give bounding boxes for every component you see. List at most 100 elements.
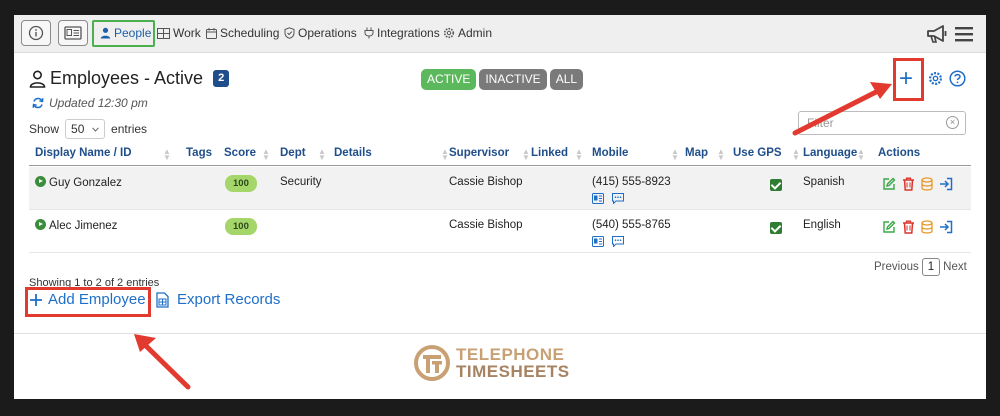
id-card-icon[interactable] [592,236,604,247]
filter-inactive-button[interactable]: INACTIVE [479,69,547,90]
page-size-select[interactable]: 50 [65,119,106,139]
message-icon[interactable] [612,236,624,247]
pagination: Previous 1 Next [874,258,967,276]
status-play-icon [35,176,46,187]
login-arrow-icon[interactable] [939,177,953,191]
settings-gear-icon[interactable] [928,70,943,87]
add-employee-label: Add Employee [48,291,146,308]
nav-label-admin: Admin [458,26,493,40]
info-icon [28,25,44,41]
filter-active-button[interactable]: ACTIVE [421,69,477,90]
show-label: Show [29,122,60,136]
use-gps-checkbox[interactable] [770,179,782,191]
person-outline-icon [29,69,46,88]
updated-text: Updated 12:30 pm [49,96,148,110]
dept-cell: Security [280,176,322,188]
sort-arrows-icon[interactable]: ▲ ▼ [262,148,270,162]
col-map[interactable]: Map [685,147,708,159]
megaphone-icon[interactable] [925,23,949,45]
col-linked[interactable]: Linked [531,147,568,159]
use-gps-checkbox[interactable] [770,222,782,234]
filter-input[interactable]: Filter × [798,111,966,135]
export-records-label: Export Records [177,291,281,308]
export-records-link[interactable]: Export Records [156,291,280,308]
app-window: People Work Scheduling Operations Integr… [14,15,986,399]
employee-name-cell[interactable]: Alec Jimenez [35,219,117,232]
edit-icon[interactable] [882,177,896,191]
col-language[interactable]: Language [803,147,857,159]
nav-item-admin[interactable]: Admin [443,26,492,40]
clear-filter-icon[interactable]: × [946,116,959,129]
col-supervisor[interactable]: Supervisor [449,147,509,159]
nav-item-operations[interactable]: Operations [284,26,357,40]
sort-arrows-icon[interactable]: ▲ ▼ [163,148,171,162]
tt-logo-icon [414,345,450,381]
refresh-icon[interactable] [32,97,44,109]
top-nav: People Work Scheduling Operations Integr… [14,15,986,53]
filter-all-button[interactable]: ALL [549,69,584,90]
page-size-value: 50 [71,122,85,136]
id-card-icon[interactable] [592,193,604,204]
mobile-action-icons [592,236,624,247]
help-icon[interactable] [949,70,966,87]
table-header: Display Name / ID ▲ ▼ Tags Score ▲ ▼ Dept … [29,144,971,166]
spreadsheet-file-icon [156,291,169,308]
col-dept[interactable]: Dept [280,147,306,159]
database-icon[interactable] [921,177,933,191]
col-use-gps[interactable]: Use GPS [733,147,782,159]
col-display-name[interactable]: Display Name / ID [35,147,132,159]
sort-arrows-icon[interactable]: ▲ ▼ [575,148,583,162]
employee-name: Guy Gonzalez [49,177,122,189]
person-icon [100,27,111,39]
add-employee-link[interactable]: Add Employee [30,291,146,308]
message-icon[interactable] [612,193,624,204]
table-row[interactable]: Alec Jimenez 100 Cassie Bishop (540) 555… [29,210,971,253]
sort-arrows-icon[interactable]: ▲ ▼ [318,148,326,162]
sort-arrows-icon[interactable]: ▲ ▼ [522,148,530,162]
nav-item-integrations[interactable]: Integrations [364,26,440,40]
supervisor-cell: Cassie Bishop [449,176,523,188]
nav-label-scheduling: Scheduling [220,26,280,40]
sort-arrows-icon[interactable]: ▲ ▼ [441,148,449,162]
company-logo: TELEPHONE TIMESHEETS [414,345,570,381]
plus-icon [30,293,42,306]
delete-trash-icon[interactable] [902,220,915,234]
nav-item-work[interactable]: Work [157,26,201,40]
nav-label-integrations: Integrations [377,26,440,40]
page-1-button[interactable]: 1 [921,258,941,276]
status-filter-pills: ACTIVE INACTIVE ALL [421,69,584,90]
row-actions [882,220,953,234]
mobile-cell: (540) 555-8765 [592,219,671,231]
logo-line-2: TIMESHEETS [456,362,570,381]
id-card-button[interactable] [58,20,88,46]
nav-item-scheduling[interactable]: Scheduling [206,26,279,40]
delete-trash-icon[interactable] [902,177,915,191]
previous-button[interactable]: Previous [874,261,919,273]
col-details[interactable]: Details [334,147,372,159]
entries-label: entries [111,122,148,136]
page-title-text: Employees - Active [50,68,204,88]
sort-arrows-icon[interactable]: ▲ ▼ [857,148,865,162]
sort-arrows-icon[interactable]: ▲ ▼ [717,148,725,162]
supervisor-cell: Cassie Bishop [449,219,523,231]
count-badge: 2 [213,70,230,87]
login-arrow-icon[interactable] [939,220,953,234]
add-plus-icon[interactable]: + [899,67,913,91]
sort-arrows-icon[interactable]: ▲ ▼ [671,148,679,162]
info-button[interactable] [21,20,51,46]
sort-arrows-icon[interactable]: ▲ ▼ [792,148,800,162]
table-row[interactable]: Guy Gonzalez 100 Security Cassie Bishop … [29,167,971,210]
hamburger-menu-icon[interactable] [954,23,974,45]
gear-icon [443,27,455,39]
grid-icon [157,27,170,39]
database-icon[interactable] [921,220,933,234]
col-mobile[interactable]: Mobile [592,147,628,159]
updated-status: Updated 12:30 pm [32,96,148,110]
col-score[interactable]: Score [224,147,256,159]
col-tags[interactable]: Tags [186,147,212,159]
employee-name-cell[interactable]: Guy Gonzalez [35,176,122,189]
edit-icon[interactable] [882,220,896,234]
logo-line-1: TELEPHONE [456,345,565,364]
next-button[interactable]: Next [943,261,967,273]
nav-item-people[interactable]: People [100,26,151,40]
